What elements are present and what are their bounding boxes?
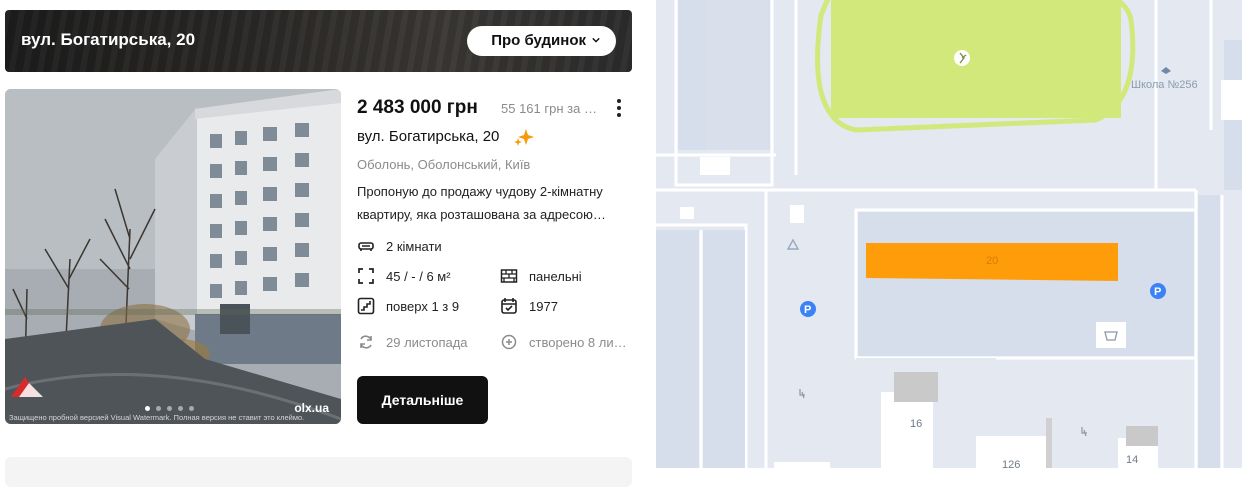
photo-image <box>5 89 341 424</box>
sofa-icon <box>358 242 374 251</box>
parking-icon[interactable]: P <box>800 301 816 317</box>
refresh-icon <box>360 335 372 349</box>
feature-year: 1977 <box>500 297 558 315</box>
brick-wall-icon <box>500 269 518 283</box>
house-number-16: 16 <box>910 418 922 430</box>
house-number-126: 126 <box>1002 459 1020 468</box>
year-value: 1977 <box>529 298 558 314</box>
school-label[interactable]: Школа №256 <box>1131 79 1198 91</box>
listing-district: Оболонь, Оболонський, Київ <box>357 157 531 172</box>
about-building-label: Про будинок <box>491 32 586 49</box>
chevron-down-icon <box>592 37 600 43</box>
photo-pagination[interactable] <box>145 406 194 411</box>
details-button[interactable]: Детальніше <box>357 376 488 424</box>
feature-floor: поверх 1 з 9 <box>357 297 459 315</box>
plus-circle-icon <box>501 334 517 350</box>
photo-dot[interactable] <box>189 406 194 411</box>
wall-type-value: панельні <box>529 268 582 284</box>
feature-updated: 29 листопада <box>357 333 468 351</box>
svg-text:P: P <box>1154 286 1161 298</box>
area-icon <box>358 268 374 284</box>
listing-price: 2 483 000 грн <box>357 97 478 118</box>
about-building-button[interactable]: Про будинок <box>467 26 616 56</box>
watermark-logo <box>11 377 43 397</box>
building-header: вул. Богатирська, 20 Про будинок <box>5 10 632 72</box>
selected-house-number: 20 <box>986 255 998 267</box>
photo-watermark: Защищено пробной версией Visual Watermar… <box>9 413 305 422</box>
photo-dot[interactable] <box>167 406 172 411</box>
feature-wall-type: панельні <box>500 267 582 285</box>
photo-dot[interactable] <box>145 406 150 411</box>
listing-photo[interactable]: olx.ua Защищено пробной версией Visual W… <box>5 89 341 424</box>
building-title: вул. Богатирська, 20 <box>21 30 196 49</box>
listing-description: Пропоную до продажу чудову 2-кімнатну кв… <box>357 184 606 222</box>
feature-created: створено 8 листопада <box>500 333 632 351</box>
created-value: створено 8 листопада <box>529 334 632 350</box>
feature-area: 45 / - / 6 м² <box>357 267 451 285</box>
feature-rooms: 2 кімнати <box>357 237 442 255</box>
photo-dot[interactable] <box>178 406 183 411</box>
more-options-icon[interactable] <box>612 98 626 118</box>
map-view[interactable]: Школа №256 20 P P 16 126 14 <box>656 0 1242 468</box>
floor-value: поверх 1 з 9 <box>386 298 460 314</box>
updated-value: 29 листопада <box>386 334 468 350</box>
price-per-m2: 55 161 грн за м² <box>501 101 597 116</box>
stairs-icon <box>357 297 375 315</box>
area-value: 45 / - / 6 м² <box>386 268 451 284</box>
rooms-value: 2 кімнати <box>386 238 442 254</box>
parking-icon[interactable]: P <box>1150 283 1166 299</box>
listing-panel: вул. Богатирська, 20 Про будинок olx.ua … <box>0 0 640 487</box>
map-canvas[interactable]: Школа №256 20 P P 16 126 14 <box>656 0 1242 468</box>
house-number-14: 14 <box>1126 454 1138 466</box>
calendar-check-icon <box>501 298 517 314</box>
sparkle-icon <box>514 129 534 146</box>
listing-address[interactable]: вул. Богатирська, 20 <box>357 128 499 145</box>
svg-text:P: P <box>804 304 811 316</box>
photo-dot[interactable] <box>156 406 161 411</box>
next-listing-card[interactable] <box>5 457 632 487</box>
